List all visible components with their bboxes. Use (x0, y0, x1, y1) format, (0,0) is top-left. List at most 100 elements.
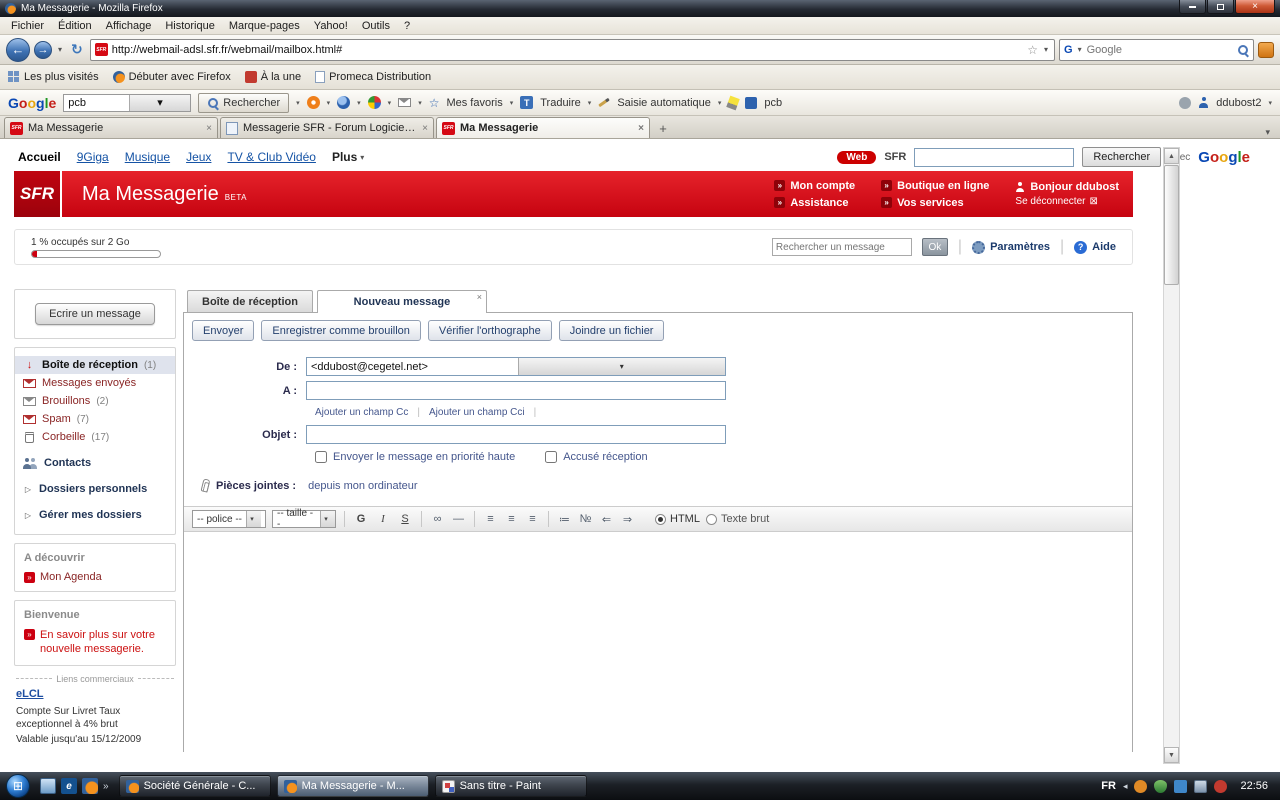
nav-musique[interactable]: Musique (125, 150, 170, 164)
contacts-link[interactable]: Contacts (15, 454, 175, 472)
add-cc-link[interactable]: Ajouter un champ Cc (315, 407, 408, 418)
volume-icon[interactable] (1174, 779, 1188, 793)
size-select[interactable]: -- taille -- ▾ (272, 508, 336, 530)
firefox-icon[interactable] (82, 778, 98, 794)
menu-edition[interactable]: Édition (51, 19, 99, 33)
gmail-icon[interactable] (398, 98, 412, 107)
url-input[interactable] (111, 40, 1024, 59)
close-tab-icon[interactable]: × (638, 123, 644, 134)
translate-label[interactable]: Traduire (540, 97, 581, 109)
menu-outils[interactable]: Outils (355, 19, 397, 33)
send-button[interactable]: Envoyer (192, 320, 255, 341)
from-select[interactable]: <ddubost@cegetel.net> ▾ (306, 357, 726, 376)
url-bar[interactable]: SFR ☆ ▾ (89, 38, 1055, 61)
task-societe-generale[interactable]: Société Générale - C... (118, 775, 271, 797)
browser-search-input[interactable] (1086, 40, 1234, 59)
tray-app-icon[interactable] (1134, 779, 1148, 793)
message-body-editor[interactable] (184, 532, 1132, 762)
tray-alert-icon[interactable] (1214, 779, 1228, 793)
numbered-list-icon[interactable]: № (578, 513, 593, 525)
nav-9giga[interactable]: 9Giga (77, 150, 109, 164)
select-dropdown-icon[interactable]: ▾ (320, 511, 335, 527)
search-options-dropdown-icon[interactable]: ▾ (296, 99, 300, 107)
italic-button[interactable]: I (375, 513, 391, 525)
menu-marque-pages[interactable]: Marque-pages (222, 19, 307, 33)
close-tab-icon[interactable]: × (422, 123, 428, 134)
align-left-icon[interactable]: ≡ (483, 513, 498, 525)
mode-plain-radio[interactable]: Texte brut (705, 513, 769, 525)
menu-affichage[interactable]: Affichage (99, 19, 159, 33)
task-ma-messagerie[interactable]: Ma Messagerie - M... (276, 775, 429, 797)
network-icon[interactable] (1194, 779, 1208, 793)
bookmark-star-icon[interactable]: ☆ (1027, 43, 1038, 57)
autofill-label[interactable]: Saisie automatique (617, 97, 711, 109)
manage-folders-link[interactable]: ▷ Gérer mes dossiers (15, 506, 175, 524)
account-dropdown-icon[interactable]: ▾ (1268, 99, 1272, 107)
toolbar-search-button[interactable]: Rechercher (198, 92, 290, 113)
sitesearch-dropdown-icon[interactable]: ▾ (327, 99, 331, 107)
highlighter-icon[interactable] (726, 95, 741, 110)
translate-dropdown-icon[interactable]: ▾ (588, 99, 592, 107)
task-paint[interactable]: Sans titre - Paint (434, 775, 587, 797)
minimize-button[interactable] (1179, 0, 1206, 14)
pagerank-dropdown-icon[interactable]: ▾ (357, 99, 361, 107)
menu-fichier[interactable]: Fichier (4, 19, 51, 33)
new-tab-button[interactable]: + (652, 118, 674, 138)
autofill-pencil-icon[interactable] (598, 97, 611, 108)
url-dropdown-icon[interactable]: ▾ (1042, 45, 1050, 54)
hidden-icons-chevron-icon[interactable]: ◂ (1123, 781, 1128, 792)
tab-new-message[interactable]: Nouveau message × (316, 290, 487, 313)
close-button[interactable]: × (1235, 0, 1275, 14)
indent-icon[interactable]: ⇒ (620, 513, 635, 526)
favorites-label[interactable]: Mes favoris (446, 97, 502, 109)
back-button[interactable]: ← (6, 37, 30, 62)
vertical-scrollbar[interactable]: ▲ ▼ (1163, 147, 1180, 764)
welcome-link[interactable]: » En savoir plus sur votre nouvelle mess… (24, 628, 166, 657)
browser-tab-1[interactable]: SFR Ma Messagerie × (4, 117, 218, 138)
folder-drafts[interactable]: Brouillons (2) (15, 392, 175, 410)
insert-link-icon[interactable]: ∞ (430, 513, 445, 525)
scroll-down-icon[interactable]: ▼ (1164, 747, 1179, 763)
horizontal-rule-icon[interactable]: — (451, 513, 466, 525)
bookmark-headlines[interactable]: À la une (244, 71, 301, 83)
bookmark-getting-started[interactable]: Débuter avec Firefox (112, 71, 231, 83)
link-vos-services[interactable]: » Vos services (881, 197, 989, 209)
search-engine-dropdown-icon[interactable]: ▾ (1076, 45, 1084, 54)
tab-inbox[interactable]: Boîte de réception (187, 290, 313, 313)
toolbar-settings-icon[interactable] (1179, 96, 1192, 109)
agenda-link[interactable]: » Mon Agenda (24, 571, 166, 583)
translate-icon[interactable]: T (520, 96, 534, 109)
close-tab-icon[interactable]: × (206, 123, 212, 134)
folder-spam[interactable]: Spam (7) (15, 410, 175, 428)
internet-explorer-icon[interactable]: e (61, 778, 77, 794)
attach-file-button[interactable]: Joindre un fichier (558, 320, 665, 341)
help-link[interactable]: ? Aide (1074, 240, 1116, 254)
subject-input[interactable] (306, 425, 726, 444)
align-center-icon[interactable]: ≡ (504, 513, 519, 525)
compose-button[interactable]: Ecrire un message (35, 303, 155, 325)
account-person-icon[interactable] (1198, 97, 1209, 108)
bullet-list-icon[interactable]: ≔ (557, 513, 572, 526)
font-select[interactable]: -- police -- ▾ (192, 510, 266, 528)
language-indicator[interactable]: FR (1101, 780, 1116, 792)
addon-icon[interactable] (1258, 41, 1274, 58)
personal-folders-link[interactable]: ▷ Dossiers personnels (15, 480, 175, 498)
message-search-input[interactable] (771, 238, 912, 256)
add-cci-link[interactable]: Ajouter un champ Cci (429, 407, 525, 418)
forward-button[interactable]: → (34, 40, 52, 59)
security-shield-icon[interactable] (1154, 779, 1168, 793)
spellcheck-button[interactable]: Vérifier l'orthographe (427, 320, 552, 341)
link-mon-compte[interactable]: » Mon compte (774, 180, 855, 192)
folder-trash[interactable]: Corbeille (17) (15, 428, 175, 446)
toolbar-search-combo[interactable]: pcb ▾ (63, 93, 192, 112)
site-search-button[interactable]: Rechercher (1082, 147, 1162, 167)
gadget-dropdown-icon[interactable]: ▾ (388, 99, 392, 107)
receipt-checkbox[interactable] (545, 451, 558, 463)
pagerank-icon[interactable] (337, 96, 351, 109)
bold-button[interactable]: G (353, 513, 369, 525)
browser-tab-2[interactable]: Messagerie SFR - Forum Logiciel - S... × (220, 117, 434, 138)
browser-tab-3-active[interactable]: SFR Ma Messagerie × (436, 117, 650, 138)
settings-link[interactable]: Paramètres (972, 240, 1050, 254)
browser-search-box[interactable]: G ▾ (1059, 38, 1254, 61)
nav-plus[interactable]: Plus ▾ (332, 150, 364, 164)
